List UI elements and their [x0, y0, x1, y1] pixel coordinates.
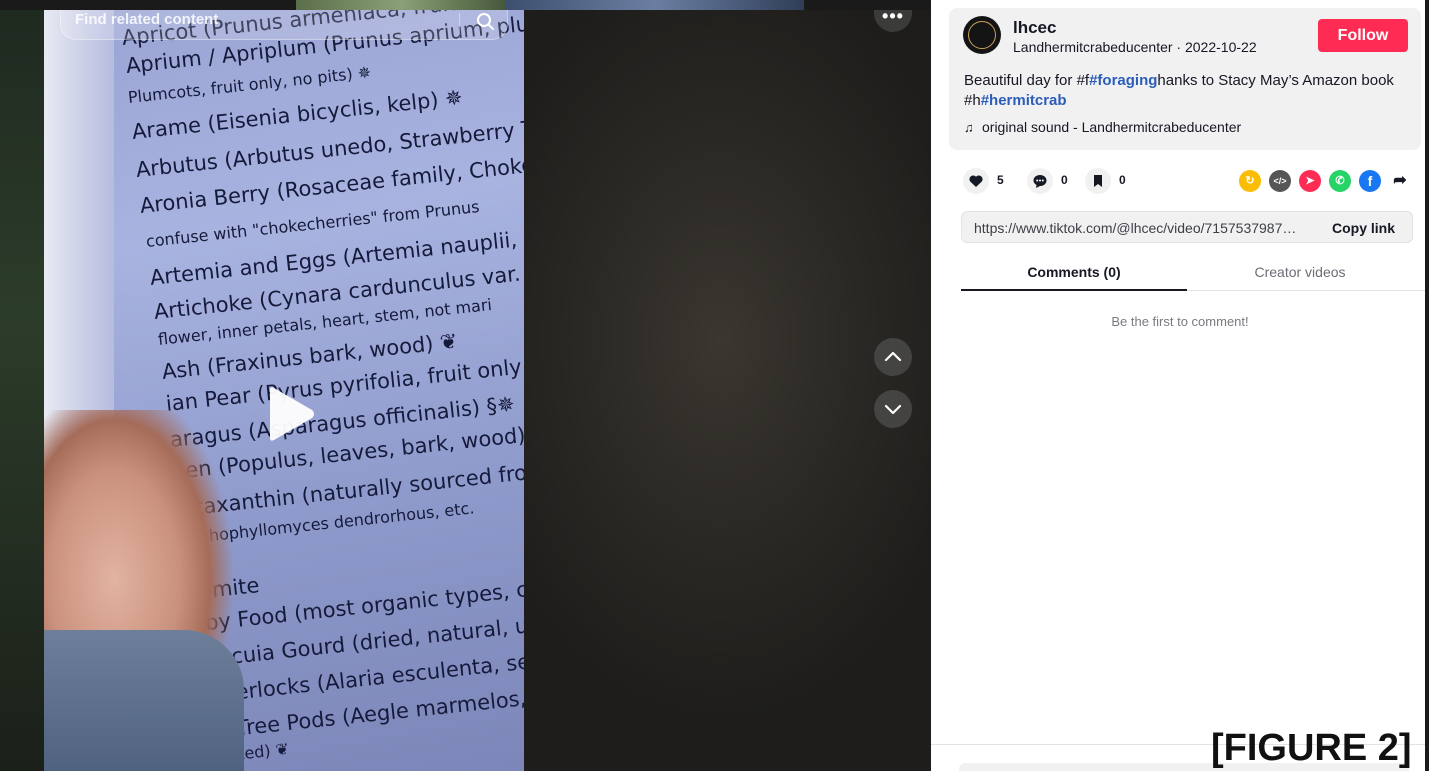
empty-comments-message: Be the first to comment!: [1111, 314, 1249, 329]
avatar-ring: [968, 21, 996, 49]
video-url[interactable]: https://www.tiktok.com/@lhcec/video/7157…: [974, 220, 1304, 236]
chevron-up-icon: [884, 351, 902, 362]
video-description: Beautiful day for #f#foraginghanks to St…: [964, 71, 1404, 111]
description-text: Beautiful day for #f: [964, 72, 1090, 89]
share-arrow-icon[interactable]: ➦: [1389, 170, 1411, 192]
figure-label: [FIGURE 2]: [1211, 727, 1412, 769]
save-button[interactable]: [1085, 168, 1111, 194]
music-note-icon: ♫: [964, 120, 974, 135]
comment-button[interactable]: [1027, 168, 1053, 194]
send-icon[interactable]: ➤: [1299, 170, 1321, 192]
video-info-card: lhcec Landhermitcrabeducenter · 2022-10-…: [949, 8, 1421, 150]
chevron-down-icon: [884, 404, 902, 415]
hashtag-link[interactable]: #foraging: [1089, 72, 1157, 89]
author-name[interactable]: lhcec: [1013, 18, 1056, 38]
copy-link-bar: https://www.tiktok.com/@lhcec/video/7157…: [961, 211, 1413, 243]
search-divider: [459, 13, 460, 35]
facebook-icon[interactable]: f: [1359, 170, 1381, 192]
tab-comments[interactable]: Comments (0): [961, 264, 1187, 280]
like-button[interactable]: [963, 168, 989, 194]
sleeve-image: [44, 630, 244, 771]
panel-border: [1425, 0, 1429, 771]
comment-icon: [1033, 175, 1047, 188]
embed-icon[interactable]: </>: [1269, 170, 1291, 192]
heart-icon: [969, 175, 983, 187]
comment-count: 0: [1061, 173, 1068, 187]
sound-link[interactable]: ♫ original sound - Landhermitcrabeducente…: [964, 119, 1241, 135]
search-input[interactable]: Find related content: [75, 11, 218, 28]
video-left-edge: [0, 10, 44, 771]
search-icon[interactable]: [473, 10, 497, 34]
search-bar[interactable]: Find related content: [60, 10, 508, 40]
screen: Apricot (Prunus armeniaca, fruit only Apr…: [0, 0, 1429, 771]
strip-thumbnail[interactable]: [506, 0, 804, 10]
like-count: 5: [997, 173, 1004, 187]
hashtag-link[interactable]: #hermitcrab: [981, 92, 1067, 109]
bookmark-icon: [1094, 175, 1102, 187]
comment-tabs: Comments (0) Creator videos: [961, 258, 1425, 291]
previous-video-button[interactable]: [874, 338, 912, 376]
avatar[interactable]: [963, 16, 1001, 54]
details-panel: lhcec Landhermitcrabeducenter · 2022-10-…: [931, 0, 1429, 771]
active-tab-indicator: [961, 289, 1187, 291]
save-count: 0: [1119, 173, 1126, 187]
next-video-button[interactable]: [874, 390, 912, 428]
whatsapp-icon[interactable]: ✆: [1329, 170, 1351, 192]
video-player[interactable]: Apricot (Prunus armeniaca, fruit only Apr…: [0, 10, 931, 771]
follow-button[interactable]: Follow: [1318, 19, 1408, 52]
play-icon[interactable]: [262, 384, 318, 444]
ellipsis-icon: •••: [882, 10, 904, 26]
tab-creator-videos[interactable]: Creator videos: [1187, 264, 1413, 280]
strip-thumbnail[interactable]: [296, 0, 506, 10]
author-subtitle: Landhermitcrabeducenter · 2022-10-22: [1013, 39, 1257, 55]
sound-label[interactable]: original sound - Landhermitcrabeducenter: [982, 119, 1241, 135]
copy-link-button[interactable]: Copy link: [1332, 220, 1395, 236]
repost-icon[interactable]: ↻: [1239, 170, 1261, 192]
